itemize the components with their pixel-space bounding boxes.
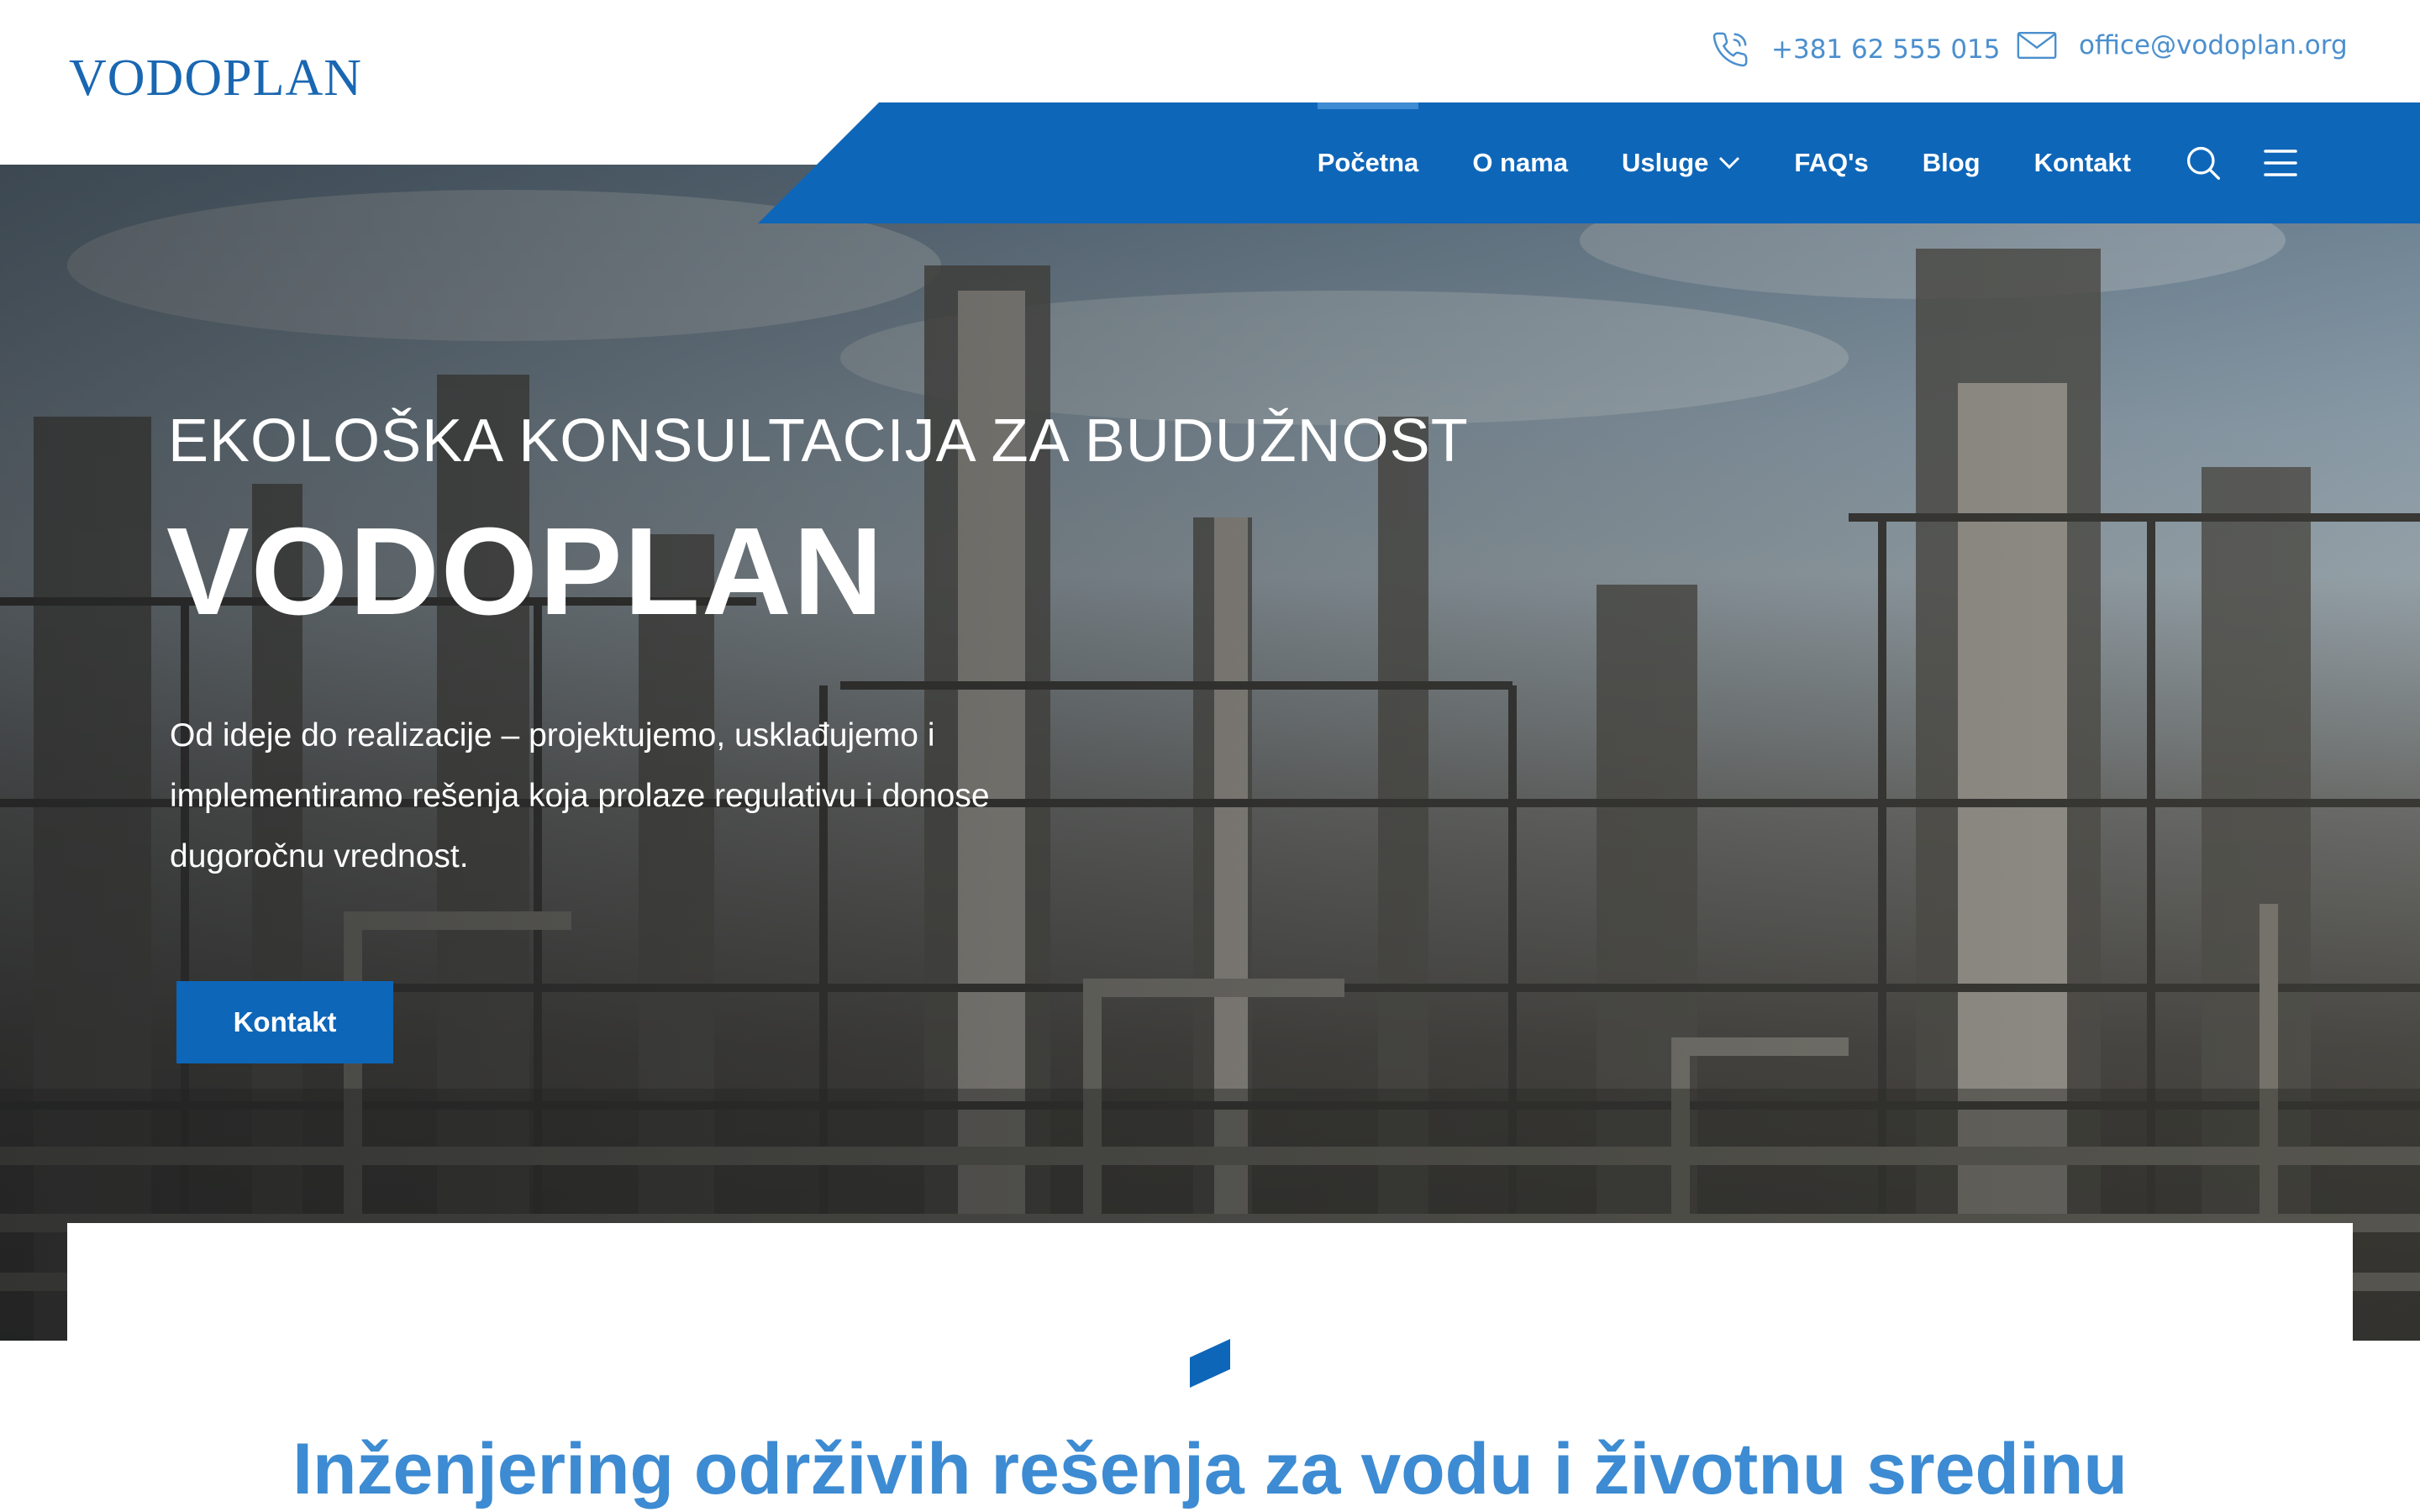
mail-icon <box>2017 32 2057 59</box>
search-button[interactable] <box>2185 144 2222 181</box>
nav-label: Početna <box>1317 148 1419 177</box>
menu-button[interactable] <box>2264 149 2297 177</box>
phone-icon <box>1712 32 1748 67</box>
section-decoration-icon <box>1190 1339 1230 1388</box>
nav-label: Blog <box>1922 148 1981 177</box>
hero-title: VODOPLAN <box>166 502 885 641</box>
contact-phone[interactable]: +381 62 555 015 <box>1711 30 2001 69</box>
hero-eyebrow: EKOLOŠKA KONSULTACIJA ZA BUDUŽNOST <box>168 407 1469 475</box>
nav-item-faqs[interactable]: FAQ's <box>1794 102 1868 223</box>
nav-label: O nama <box>1472 148 1569 177</box>
hero-contact-button[interactable]: Kontakt <box>176 981 393 1063</box>
chevron-down-icon <box>1719 156 1740 170</box>
nav-item-o-nama[interactable]: O nama <box>1472 102 1568 223</box>
nav-item-usluge[interactable]: Usluge <box>1622 102 1740 223</box>
site-logo[interactable]: VODOPLAN <box>69 49 362 108</box>
email-address[interactable]: office@vodoplan.org <box>2079 30 2348 60</box>
search-icon <box>2186 146 2220 180</box>
hamburger-menu-icon <box>2264 150 2297 176</box>
phone-number[interactable]: +381 62 555 015 <box>1771 34 2001 65</box>
section-title: Inženjering održivih rešenja za vodu i ž… <box>292 1429 2128 1509</box>
nav-item-kontakt[interactable]: Kontakt <box>2034 102 2131 223</box>
nav-label: FAQ's <box>1794 148 1869 177</box>
nav-item-pocetna[interactable]: Početna <box>1317 102 1419 223</box>
nav-label: Kontakt <box>2033 148 2131 177</box>
contact-email[interactable]: office@vodoplan.org <box>2017 30 2348 60</box>
nav-item-blog[interactable]: Blog <box>1923 102 1981 223</box>
nav-label: Usluge <box>1622 148 1709 177</box>
main-navigation: Početna O nama Usluge FAQ's Blog Kontakt <box>0 102 2420 223</box>
hero-section: EKOLOŠKA KONSULTACIJA ZA BUDUŽNOST VODOP… <box>0 165 2420 1341</box>
hero-description: Od ideje do realizacije – projektujemo, … <box>170 717 990 874</box>
